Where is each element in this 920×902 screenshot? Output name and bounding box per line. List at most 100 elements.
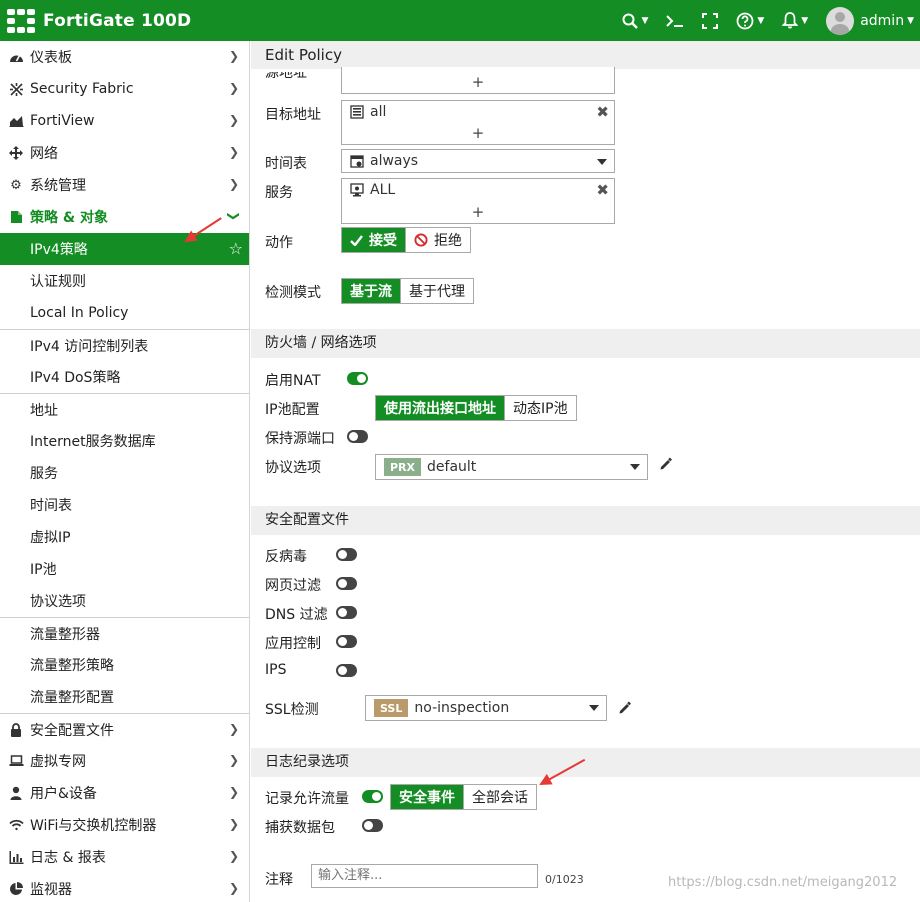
application-control-toggle[interactable] <box>336 635 357 648</box>
sidebar-item-label: WiFi与交换机控制器 <box>30 818 157 834</box>
fullscreen-button[interactable] <box>693 0 727 41</box>
sidebar-subitem-services[interactable]: 服务 <box>0 457 249 489</box>
user-menu[interactable]: admin ▼ <box>817 0 920 41</box>
help-button[interactable]: ▼ <box>727 0 773 41</box>
bar-chart-icon <box>8 849 24 865</box>
watermark: https://blog.csdn.net/meigang2012 <box>668 875 898 890</box>
service-entry[interactable]: ALL <box>350 182 395 198</box>
lock-icon <box>8 722 24 738</box>
sidebar-item-security-fabric[interactable]: Security Fabric ❯ <box>0 73 249 105</box>
chevron-right-icon: ❯ <box>228 817 239 831</box>
sidebar-item-wifi-switch[interactable]: WiFi与交换机控制器 ❯ <box>0 809 249 841</box>
sidebar-item-security-profiles[interactable]: 安全配置文件 ❯ <box>0 713 249 745</box>
comments-label: 注释 <box>265 872 293 888</box>
sidebar-subitem-schedules[interactable]: 时间表 <box>0 489 249 521</box>
sidebar-subitem-traffic-shapers[interactable]: 流量整形器 <box>0 617 249 649</box>
action-accept-button[interactable]: 接受 <box>342 228 405 252</box>
sidebar-subitem-ipv4-dos[interactable]: IPv4 DoS策略 <box>0 361 249 393</box>
inspection-mode-toggle: 基于流 基于代理 <box>341 278 474 304</box>
log-mode-toggle: 安全事件 全部会话 <box>390 784 537 810</box>
sidebar-item-label: 策略 & 对象 <box>30 210 108 226</box>
web-filter-toggle[interactable] <box>336 577 357 590</box>
caret-down-icon <box>589 705 599 711</box>
ip-pool-toggle: 使用流出接口地址 动态IP池 <box>375 395 577 421</box>
log-allowed-traffic-label: 记录允许流量 <box>265 791 349 807</box>
inspection-flow-button[interactable]: 基于流 <box>342 279 400 303</box>
log-all-sessions-button[interactable]: 全部会话 <box>463 785 536 809</box>
action-deny-button[interactable]: 拒绝 <box>405 228 470 252</box>
user-icon <box>8 785 24 801</box>
sidebar-item-policy-objects[interactable]: 策略 & 对象 ❯ <box>0 201 249 233</box>
destination-address-box[interactable]: all ✖ + <box>341 100 615 145</box>
nat-toggle[interactable] <box>347 372 368 385</box>
search-button[interactable]: ▼ <box>613 0 657 41</box>
ips-toggle[interactable] <box>336 664 357 677</box>
sidebar-subitem-label: Local In Policy <box>30 305 129 321</box>
sidebar-subitem-protocol-options[interactable]: 协议选项 <box>0 585 249 617</box>
caret-down-icon: ▼ <box>641 15 649 26</box>
comments-input[interactable] <box>311 864 538 888</box>
sidebar-subitem-internet-service-db[interactable]: Internet服务数据库 <box>0 425 249 457</box>
capture-packets-toggle[interactable] <box>362 819 383 832</box>
destination-address-entry[interactable]: all <box>350 104 386 120</box>
add-service-button[interactable]: + <box>342 203 614 221</box>
application-control-label: 应用控制 <box>265 636 321 652</box>
sidebar-subitem-label: Internet服务数据库 <box>30 434 156 450</box>
sidebar-item-user-device[interactable]: 用户&设备 ❯ <box>0 777 249 809</box>
sidebar-item-network[interactable]: 网络 ❯ <box>0 137 249 169</box>
sidebar-item-system[interactable]: ⚙ 系统管理 ❯ <box>0 169 249 201</box>
sidebar-item-fortiview[interactable]: FortiView ❯ <box>0 105 249 137</box>
ip-pool-dynamic-button[interactable]: 动态IP池 <box>504 396 576 420</box>
ip-pool-outgoing-interface-button[interactable]: 使用流出接口地址 <box>376 396 504 420</box>
chevron-right-icon: ❯ <box>228 849 239 863</box>
sidebar-item-monitor[interactable]: 监视器 ❯ <box>0 873 249 902</box>
add-source-address-button[interactable]: + <box>342 73 614 91</box>
sidebar-subitem-label: 认证规则 <box>30 274 86 290</box>
sidebar-item-label: 监视器 <box>30 882 72 898</box>
sidebar-item-vpn[interactable]: 虚拟专网 ❯ <box>0 745 249 777</box>
sidebar-subitem-ipv4-policy[interactable]: IPv4策略 ☆ <box>0 233 249 265</box>
check-icon <box>350 234 363 246</box>
protocol-options-select[interactable]: PRX default <box>375 454 648 480</box>
cli-console-button[interactable] <box>657 0 693 41</box>
inspection-proxy-button[interactable]: 基于代理 <box>400 279 473 303</box>
remove-service-icon[interactable]: ✖ <box>596 181 609 199</box>
edit-protocol-options-icon[interactable] <box>659 457 673 475</box>
page-title: Edit Policy <box>251 41 920 69</box>
sidebar-subitem-traffic-shaping-profile[interactable]: 流量整形配置 <box>0 681 249 713</box>
sidebar-subitem-traffic-shaping-policy[interactable]: 流量整形策略 <box>0 649 249 681</box>
chevron-right-icon: ❯ <box>228 753 239 767</box>
comments-counter: 0/1023 <box>545 873 584 886</box>
sidebar-item-label: Security Fabric <box>30 81 134 97</box>
fullscreen-icon <box>702 12 719 29</box>
sidebar-subitem-ipv4-acl[interactable]: IPv4 访问控制列表 <box>0 329 249 361</box>
sidebar-item-dashboard[interactable]: 仪表板 ❯ <box>0 41 249 73</box>
chevron-down-icon: ❯ <box>226 210 241 222</box>
edit-ssl-inspection-icon[interactable] <box>618 701 632 719</box>
fortinet-logo-icon <box>7 8 35 33</box>
schedule-select[interactable]: always <box>341 149 615 173</box>
source-address-box[interactable]: + <box>341 67 615 94</box>
wifi-icon <box>8 817 24 833</box>
sidebar-subitem-virtual-ips[interactable]: 虚拟IP <box>0 521 249 553</box>
dns-filter-toggle[interactable] <box>336 606 357 619</box>
antivirus-toggle[interactable] <box>336 548 357 561</box>
ssl-badge: SSL <box>374 699 409 717</box>
add-destination-address-button[interactable]: + <box>342 124 614 142</box>
notifications-button[interactable]: ▼ <box>773 0 817 41</box>
sidebar-subitem-ip-pools[interactable]: IP池 <box>0 553 249 585</box>
preserve-source-port-toggle[interactable] <box>347 430 368 443</box>
log-allowed-traffic-toggle[interactable] <box>362 790 383 803</box>
policy-icon <box>8 209 24 225</box>
deny-icon <box>414 233 428 247</box>
sidebar-subitem-auth-rules[interactable]: 认证规则 <box>0 265 249 297</box>
sidebar-item-log-report[interactable]: 日志 & 报表 ❯ <box>0 841 249 873</box>
dns-filter-label: DNS 过滤 <box>265 607 328 623</box>
sidebar-subitem-addresses[interactable]: 地址 <box>0 393 249 425</box>
log-security-events-button[interactable]: 安全事件 <box>391 785 463 809</box>
service-box[interactable]: ALL ✖ + <box>341 178 615 224</box>
favorite-star-icon[interactable]: ☆ <box>229 239 243 258</box>
sidebar-subitem-local-in-policy[interactable]: Local In Policy <box>0 297 249 329</box>
ssl-inspection-select[interactable]: SSL no-inspection <box>365 695 607 721</box>
remove-destination-icon[interactable]: ✖ <box>596 103 609 121</box>
